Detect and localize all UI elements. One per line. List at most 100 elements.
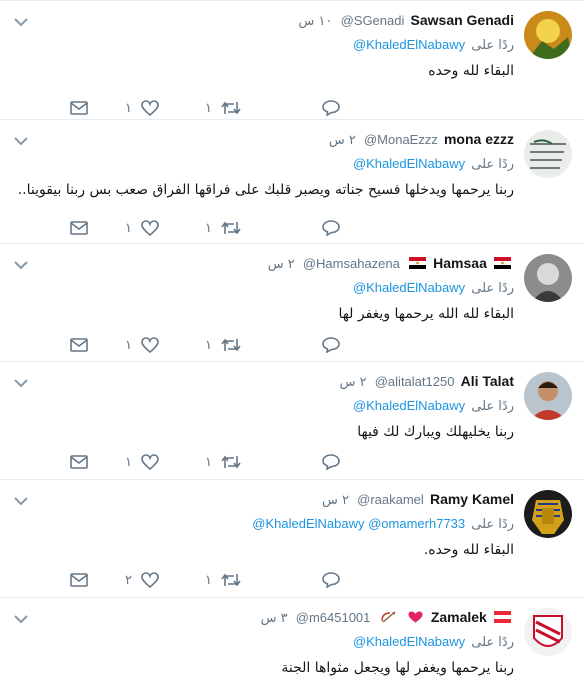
speech-bubble-icon (322, 337, 340, 353)
avatar[interactable] (524, 372, 572, 420)
envelope-icon (70, 101, 88, 115)
reply-context: ردًا على @KhaledElNabawy (14, 279, 514, 297)
retweet-count: ١ (205, 572, 212, 588)
tweet-time[interactable]: ٢ س (268, 257, 295, 272)
reply-tweet[interactable]: ١٠ س @SGenadi Sawsan Genadi ردًا على @Kh… (0, 1, 584, 120)
like-button[interactable]: ١ (125, 218, 159, 238)
like-count: ١ (125, 220, 132, 236)
retweet-arrows-icon (221, 100, 241, 116)
retweet-arrows-icon (221, 572, 241, 588)
user-name[interactable]: Hamsaa (433, 255, 487, 271)
tweet-time[interactable]: ٢ س (322, 493, 349, 508)
tweet-text: البقاء لله وحده. (423, 542, 514, 558)
bow-arrow-emoji-icon (380, 611, 397, 623)
user-handle[interactable]: @raakamel (357, 492, 424, 507)
user-handle[interactable]: @MonaEzzz (364, 132, 438, 147)
tweet-time[interactable]: ٣ س (261, 611, 288, 626)
like-button[interactable]: ١ (125, 335, 159, 355)
user-handle[interactable]: @m6451001 (296, 610, 371, 625)
dm-button[interactable] (70, 218, 88, 238)
reply-button[interactable] (306, 570, 340, 590)
like-button[interactable]: ١ (125, 98, 159, 118)
user-handle[interactable]: @alitalat1250 (375, 374, 455, 389)
tweet-text: ربنا يرحمها ويغفر لها ويجعل مثواها الجنة (281, 660, 514, 676)
tweet-text: البقاء لله الله يرحمها ويغفر لها (338, 306, 514, 322)
envelope-icon (70, 338, 88, 352)
heart-outline-icon (141, 337, 159, 353)
speech-bubble-icon (322, 572, 340, 588)
tweet-time[interactable]: ١٠ س (298, 14, 332, 29)
egypt-flag-icon (409, 257, 427, 269)
tweet-text: البقاء لله وحده (428, 63, 514, 79)
tweet-time[interactable]: ٢ س (329, 133, 356, 148)
mention-link[interactable]: @KhaledElNabawy (353, 280, 465, 295)
tweet-actions: ٢ ١ (70, 570, 520, 590)
envelope-icon (70, 573, 88, 587)
red-heart-emoji-icon (407, 611, 424, 623)
reply-tweet[interactable]: ٣ س @m6451001 Zamalek ردًا على @KhaledEl… (0, 598, 584, 686)
mention-link[interactable]: @KhaledElNabawy @omamerh7733 (252, 516, 465, 531)
reply-button[interactable] (306, 98, 340, 118)
retweet-arrows-icon (221, 454, 241, 470)
retweet-count: ١ (205, 220, 212, 236)
reply-context: ردًا على @KhaledElNabawy (14, 155, 514, 173)
reply-prefix: ردًا على (471, 635, 514, 650)
dm-button[interactable] (70, 98, 88, 118)
retweet-button[interactable]: ١ (205, 98, 241, 118)
reply-prefix: ردًا على (471, 157, 514, 172)
reply-tweet[interactable]: ٢ س @alitalat1250 Ali Talat ردًا على @Kh… (0, 362, 584, 480)
dm-button[interactable] (70, 452, 88, 472)
dm-button[interactable] (70, 335, 88, 355)
reply-context: ردًا على @KhaledElNabawy (14, 36, 514, 54)
retweet-button[interactable]: ١ (205, 452, 241, 472)
user-name[interactable]: Sawsan Genadi (411, 12, 514, 28)
like-button[interactable]: ٢ (125, 570, 159, 590)
retweet-button[interactable]: ١ (205, 218, 241, 238)
user-name[interactable]: Ali Talat (461, 373, 514, 389)
heart-outline-icon (141, 454, 159, 470)
speech-bubble-icon (322, 220, 340, 236)
user-name[interactable]: Zamalek (431, 609, 487, 625)
user-name[interactable]: mona ezzz (444, 131, 514, 147)
avatar[interactable] (524, 490, 572, 538)
avatar[interactable] (524, 11, 572, 59)
retweet-button[interactable]: ١ (205, 570, 241, 590)
mention-link[interactable]: @KhaledElNabawy (353, 634, 465, 649)
envelope-icon (70, 221, 88, 235)
reply-tweet[interactable]: ٢ س @Hamsahazena Hamsaa ردًا على @Khaled… (0, 244, 584, 362)
like-count: ١ (125, 100, 132, 116)
egypt-flag-icon (494, 257, 511, 269)
heart-outline-icon (141, 572, 159, 588)
austria-flag-icon (494, 611, 511, 623)
heart-outline-icon (141, 220, 159, 236)
tweet-time[interactable]: ٢ س (340, 375, 367, 390)
like-count: ٢ (125, 572, 132, 588)
like-button[interactable]: ١ (125, 452, 159, 472)
retweet-count: ١ (205, 100, 212, 116)
like-count: ١ (125, 337, 132, 353)
user-handle[interactable]: @Hamsahazena (303, 256, 400, 271)
mention-link[interactable]: @KhaledElNabawy (353, 398, 465, 413)
reply-prefix: ردًا على (471, 399, 514, 414)
reply-button[interactable] (306, 218, 340, 238)
tweet-actions: ١ ١ (70, 335, 520, 355)
tweet-actions: ١ ١ (70, 98, 520, 118)
avatar[interactable] (524, 130, 572, 178)
retweet-arrows-icon (221, 337, 241, 353)
reply-prefix: ردًا على (471, 517, 514, 532)
dm-button[interactable] (70, 570, 88, 590)
retweet-count: ١ (205, 454, 212, 470)
user-handle[interactable]: @SGenadi (341, 13, 405, 28)
user-name[interactable]: Ramy Kamel (430, 491, 514, 507)
reply-button[interactable] (306, 452, 340, 472)
reply-context: ردًا على @KhaledElNabawy (14, 397, 514, 415)
avatar[interactable] (524, 254, 572, 302)
reply-button[interactable] (306, 335, 340, 355)
reply-tweet[interactable]: ٢ س @raakamel Ramy Kamel ردًا على @Khale… (0, 480, 584, 598)
retweet-button[interactable]: ١ (205, 335, 241, 355)
mention-link[interactable]: @KhaledElNabawy (353, 156, 465, 171)
mention-link[interactable]: @KhaledElNabawy (353, 37, 465, 52)
speech-bubble-icon (322, 454, 340, 470)
reply-tweet[interactable]: ٢ س @MonaEzzz mona ezzz ردًا على @Khaled… (0, 120, 584, 244)
avatar[interactable] (524, 608, 572, 656)
